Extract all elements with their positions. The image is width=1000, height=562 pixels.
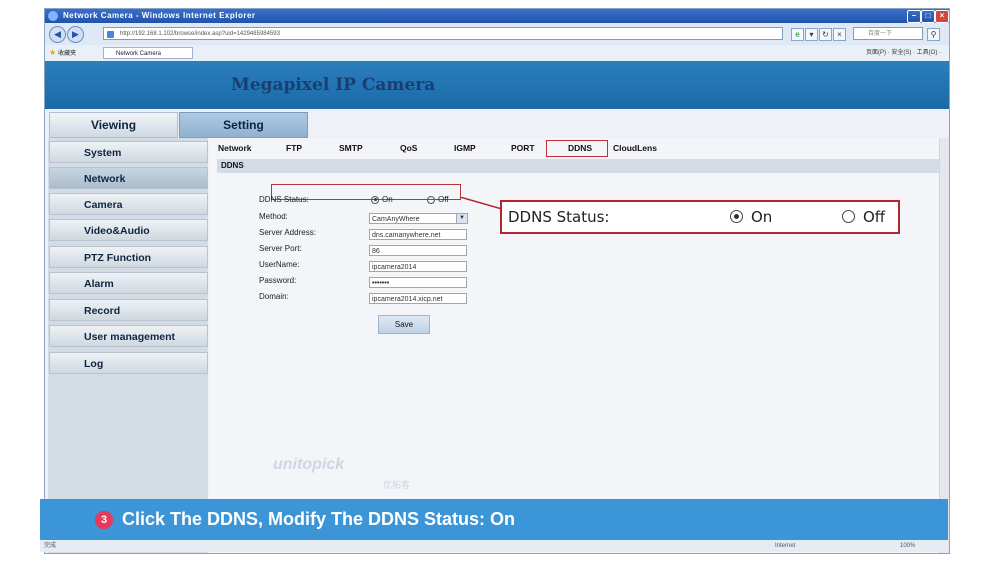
search-placeholder: 百度一下	[868, 31, 893, 37]
instruction-text: Click The DDNS, Modify The DDNS Status: …	[122, 509, 516, 529]
refresh-icon[interactable]: ↻	[819, 28, 832, 41]
server-port-input[interactable]: 86	[369, 245, 467, 256]
compat-icon[interactable]: e	[791, 28, 804, 41]
title-bar: Network Camera - Windows Internet Explor…	[45, 9, 949, 23]
url-input[interactable]: http://192.168.1.102/browse/index.asp?ui…	[103, 27, 783, 40]
password-label: Password:	[259, 276, 297, 285]
sidebar-item-log[interactable]: Log	[49, 352, 208, 374]
method-select[interactable]: CamAnyWhere ▼	[369, 213, 468, 224]
url-text: http://192.168.1.102/browse/index.asp?ui…	[120, 31, 280, 37]
method-value: CamAnyWhere	[372, 216, 420, 223]
callout-radio-on-icon	[730, 210, 743, 223]
instruction-banner: 3 Click The DDNS, Modify The DDNS Status…	[40, 499, 948, 540]
sidebar-item-network[interactable]: Network	[49, 167, 208, 189]
subtab-qos[interactable]: QoS	[400, 143, 417, 153]
command-bar[interactable]: 页面(P) · 安全(S) · 工具(O) ·	[866, 45, 941, 61]
ddns-status-label: DDNS Status:	[259, 195, 309, 204]
server-port-label: Server Port:	[259, 244, 302, 253]
subtab-cloudlens[interactable]: CloudLens	[613, 143, 657, 153]
zoom-level[interactable]: 100%	[900, 540, 915, 552]
favorites-button[interactable]: ★ 收藏夹	[49, 45, 76, 62]
browser-window: Network Camera - Windows Internet Explor…	[44, 8, 950, 554]
watermark-subtext: 优拓客	[383, 480, 411, 490]
search-input[interactable]: 百度一下	[853, 27, 923, 40]
save-button[interactable]: Save	[378, 315, 430, 334]
status-on-radio[interactable]: On	[371, 195, 393, 204]
star-icon: ★	[49, 48, 57, 57]
chevron-down-icon: ▼	[456, 214, 467, 223]
browser-status-bar: 完成 Internet 100%	[40, 540, 948, 552]
username-label: UserName:	[259, 260, 300, 269]
subtab-network[interactable]: Network	[218, 143, 252, 153]
address-bar: ◀ ▶ http://192.168.1.102/browse/index.as…	[45, 23, 949, 46]
close-icon[interactable]: ×	[935, 10, 949, 23]
sidebar-item-user-management[interactable]: User management	[49, 325, 208, 347]
subtab-bar: Network FTP SMTP QoS IGMP PORT DDNS Clou…	[209, 138, 949, 158]
favorites-bar: ★ 收藏夹 Network Camera 页面(P) · 安全(S) · 工具(O…	[45, 45, 949, 62]
callout-on-label: On	[751, 208, 773, 226]
password-input[interactable]: •••••••	[369, 277, 467, 288]
tab-label: Network Camera	[116, 51, 162, 57]
sidebar-item-ptz-function[interactable]: PTZ Function	[49, 246, 208, 268]
watermark-logo: unitopick	[273, 456, 345, 473]
sidebar-item-record[interactable]: Record	[49, 299, 208, 321]
callout-on-option: On	[730, 208, 772, 226]
username-input[interactable]: ipcamera2014	[369, 261, 467, 272]
stop-icon[interactable]: ×	[833, 28, 846, 41]
ddns-status-callout: DDNS Status: On Off	[500, 200, 900, 234]
subtab-igmp[interactable]: IGMP	[454, 143, 476, 153]
on-label: On	[382, 195, 393, 204]
scrollbar[interactable]	[939, 138, 949, 553]
callout-off-label: Off	[863, 208, 886, 226]
dropdown-icon[interactable]: ▾	[805, 28, 818, 41]
camera-title: Megapixel IP Camera	[231, 75, 436, 95]
subtab-smtp[interactable]: SMTP	[339, 143, 363, 153]
ddns-tab-highlight	[546, 140, 608, 157]
sidebar-item-video-audio[interactable]: Video&Audio	[49, 219, 208, 241]
callout-connector	[460, 197, 502, 210]
tab-viewing[interactable]: Viewing	[49, 112, 178, 138]
method-label: Method:	[259, 212, 288, 221]
ie-logo-icon	[48, 11, 58, 21]
settings-sidebar: System Network Camera Video&Audio PTZ Fu…	[48, 138, 208, 553]
radio-on-icon	[371, 195, 379, 204]
window-title: Network Camera - Windows Internet Explor…	[63, 11, 256, 20]
off-label: Off	[438, 195, 449, 204]
callout-radio-off-icon	[842, 210, 855, 223]
status-left: 完成	[44, 543, 57, 549]
search-icon[interactable]: ⚲	[927, 28, 940, 41]
sidebar-item-system[interactable]: System	[49, 141, 208, 163]
tab-setting[interactable]: Setting	[179, 112, 308, 138]
favorites-label: 收藏夹	[58, 51, 77, 57]
forward-icon[interactable]: ▶	[67, 26, 84, 43]
step-badge: 3	[95, 511, 113, 529]
subtab-ftp[interactable]: FTP	[286, 143, 302, 153]
section-title: DDNS	[217, 159, 939, 173]
status-off-radio[interactable]: Off	[427, 195, 449, 204]
callout-label: DDNS Status:	[508, 208, 610, 226]
radio-off-icon	[427, 195, 435, 204]
domain-label: Domain:	[259, 292, 289, 301]
camera-header: Megapixel IP Camera	[45, 61, 949, 109]
status-zone: Internet	[775, 543, 796, 549]
page-icon	[107, 31, 114, 38]
callout-off-option: Off	[842, 208, 885, 226]
domain-input[interactable]: ipcamera2014.xicp.net	[369, 293, 467, 304]
sidebar-item-alarm[interactable]: Alarm	[49, 272, 208, 294]
browser-tab[interactable]: Network Camera	[103, 47, 193, 59]
maximize-icon[interactable]: □	[921, 10, 935, 23]
subtab-port[interactable]: PORT	[511, 143, 535, 153]
server-address-input[interactable]: dns.camanywhere.net	[369, 229, 467, 240]
minimize-icon[interactable]: –	[907, 10, 921, 23]
back-icon[interactable]: ◀	[49, 26, 66, 43]
server-address-label: Server Address:	[259, 228, 316, 237]
sidebar-item-camera[interactable]: Camera	[49, 193, 208, 215]
